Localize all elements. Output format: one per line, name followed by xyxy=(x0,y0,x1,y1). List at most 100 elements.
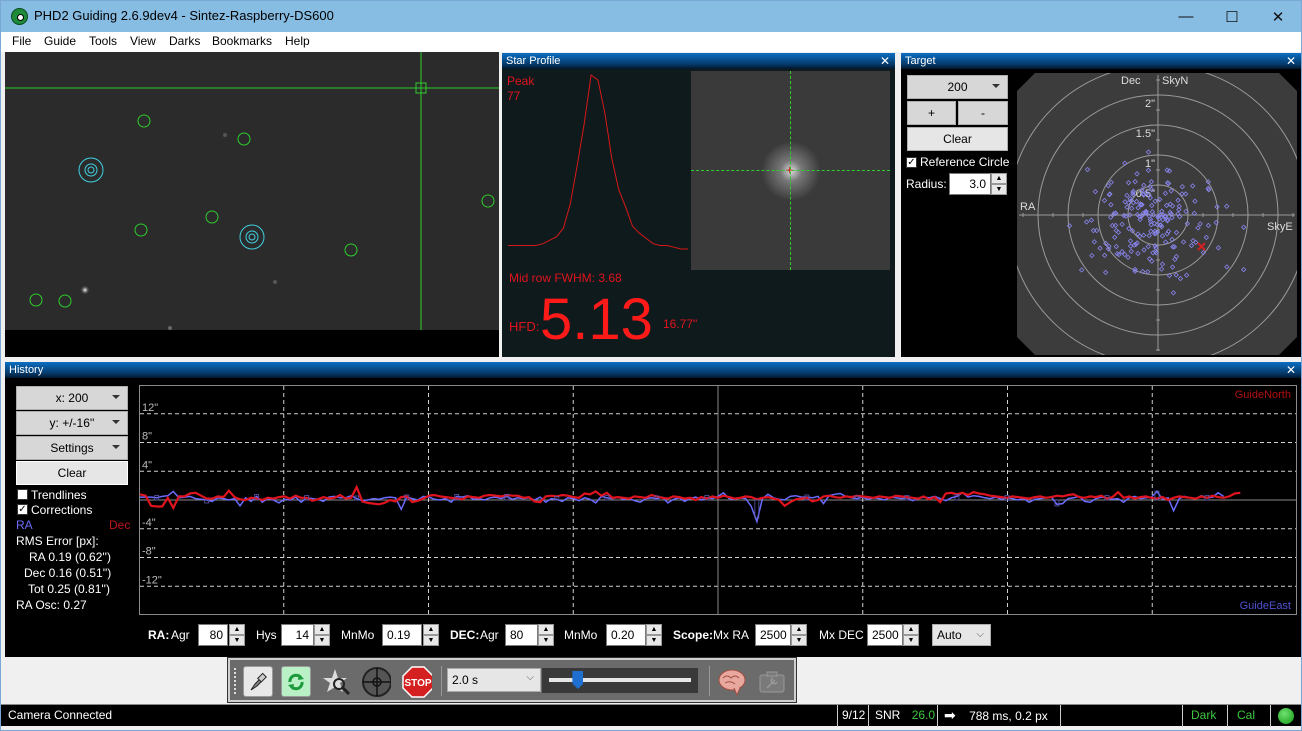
camera-settings-button[interactable] xyxy=(757,666,787,697)
guide-star-ring[interactable] xyxy=(78,157,104,183)
x-scale-select[interactable]: x: 200 xyxy=(16,386,128,410)
target-length-select[interactable]: 200 xyxy=(907,75,1008,99)
loop-exposures-button[interactable] xyxy=(281,666,311,697)
ra-aggression-spinner[interactable]: ▲ ▼ xyxy=(229,624,245,646)
candidate-star[interactable] xyxy=(205,210,219,224)
zoom-out-button[interactable]: - xyxy=(958,101,1008,125)
exposure-select[interactable]: 2.0 s ⌵ xyxy=(447,668,541,692)
spin-down-icon[interactable]: ▼ xyxy=(991,184,1007,195)
camera-image[interactable] xyxy=(5,52,499,330)
candidate-star[interactable] xyxy=(237,132,251,146)
y-scale-select[interactable]: y: +/-16'' xyxy=(16,411,128,435)
ra-min-move-input[interactable]: 0.19 xyxy=(382,624,422,646)
y-tick-label: 12" xyxy=(142,402,158,414)
close-icon[interactable]: ✕ xyxy=(880,53,890,69)
stop-sign-icon: STOP xyxy=(402,665,432,698)
connection-indicator-cell xyxy=(1270,705,1301,727)
star-profile-title: Star Profile xyxy=(506,55,561,67)
slider-thumb[interactable] xyxy=(572,671,584,689)
history-title: History xyxy=(9,364,44,376)
exposure-value: 2.0 s xyxy=(452,673,479,687)
brain-settings-button[interactable] xyxy=(717,666,747,697)
radius-input[interactable]: 3.0 xyxy=(949,173,991,195)
max-ra-duration-spinner[interactable]: ▲ ▼ xyxy=(791,624,807,646)
arrow-right-icon: ➡ xyxy=(944,707,956,723)
dec-guide-mode-select[interactable]: Auto ⌵ xyxy=(932,624,991,646)
history-settings-select[interactable]: Settings xyxy=(16,436,128,460)
minimize-button[interactable]: — xyxy=(1163,1,1209,32)
candidate-star[interactable] xyxy=(137,114,151,128)
snr-value: 26.0 xyxy=(911,708,936,722)
spin-up-icon[interactable]: ▲ xyxy=(991,173,1007,184)
x-scale-value: x: 200 xyxy=(55,391,89,405)
candidate-star[interactable] xyxy=(29,293,43,307)
menu-tools[interactable]: Tools xyxy=(89,34,117,48)
trendlines-checkbox[interactable] xyxy=(17,489,28,500)
frame-counter: 9/12 xyxy=(837,705,869,727)
ra-aggression-input[interactable]: 80 xyxy=(198,624,228,646)
menu-help[interactable]: Help xyxy=(285,34,310,48)
toolbar-grip[interactable] xyxy=(234,668,236,694)
zoom-in-button[interactable]: + xyxy=(907,101,956,125)
dec-agr-label: Agr xyxy=(480,628,499,642)
dec-mnmo-label: MnMo xyxy=(564,628,598,642)
camera-view[interactable] xyxy=(5,52,499,357)
dec-aggression-input[interactable]: 80 xyxy=(505,624,538,646)
dec-min-move-input[interactable]: 0.20 xyxy=(606,624,646,646)
dec-guide-mode-value: Auto xyxy=(937,628,962,642)
history-title-bar: History ✕ xyxy=(5,362,1301,378)
radius-spinner[interactable]: ▲ ▼ xyxy=(991,173,1007,195)
ra-hysteresis-input[interactable]: 14 xyxy=(281,624,314,646)
dec-min-move-spinner[interactable]: ▲ ▼ xyxy=(646,624,662,646)
auto-select-star-button[interactable] xyxy=(322,666,352,697)
status-empty-cell xyxy=(1060,705,1182,727)
target-title-bar: Target ✕ xyxy=(901,53,1301,69)
y-tick-label: -4" xyxy=(142,517,156,529)
rms-dec: Dec 0.16 (0.51'') xyxy=(24,566,112,580)
ra-axis-label: RA xyxy=(1020,201,1036,213)
guide-button[interactable] xyxy=(361,666,391,697)
y-tick-label: -12" xyxy=(142,574,162,586)
dec-aggression-spinner[interactable]: ▲ ▼ xyxy=(538,624,554,646)
star-profile-pane: Star Profile ✕ Peak 77 + Mid row FWHM: 3… xyxy=(502,53,895,357)
camera-overlay xyxy=(5,52,499,330)
close-icon[interactable]: ✕ xyxy=(1286,362,1296,378)
menu-guide[interactable]: Guide xyxy=(44,34,76,48)
ra-mnmo-label: MnMo xyxy=(341,628,375,642)
scope-label: Scope: xyxy=(673,628,714,642)
guide-star-ring[interactable] xyxy=(239,224,265,250)
ra-min-move-spinner[interactable]: ▲ ▼ xyxy=(423,624,439,646)
max-dec-duration-spinner[interactable]: ▲ ▼ xyxy=(903,624,919,646)
menu-view[interactable]: View xyxy=(130,34,156,48)
star-profile-curve xyxy=(508,74,688,250)
dec-params-label: DEC: xyxy=(450,628,480,642)
target-clear-button[interactable]: Clear xyxy=(907,127,1008,151)
max-dec-duration-input[interactable]: 2500 xyxy=(867,624,903,646)
candidate-star[interactable] xyxy=(481,194,495,208)
chevron-down-icon: ⌵ xyxy=(976,629,984,640)
ra-params-label: RA: xyxy=(148,628,170,642)
gamma-slider[interactable] xyxy=(542,668,698,693)
ra-hysteresis-spinner[interactable]: ▲ ▼ xyxy=(314,624,330,646)
star xyxy=(168,326,172,330)
stop-button[interactable]: STOP xyxy=(402,665,432,698)
menu-bookmarks[interactable]: Bookmarks xyxy=(212,34,272,48)
candidate-star[interactable] xyxy=(134,223,148,237)
menu-file[interactable]: File xyxy=(12,34,31,48)
centroid-marker: + xyxy=(786,163,794,177)
reference-circle-checkbox[interactable]: ✓ xyxy=(906,157,917,168)
history-clear-button[interactable]: Clear xyxy=(16,461,128,485)
ra-hys-label: Hys xyxy=(256,628,277,642)
corrections-checkbox[interactable]: ✓ xyxy=(17,504,28,515)
target-background xyxy=(1017,73,1297,355)
connect-equipment-button[interactable] xyxy=(243,666,273,697)
maximize-button[interactable]: ☐ xyxy=(1209,1,1255,32)
max-ra-duration-input[interactable]: 2500 xyxy=(755,624,791,646)
corrections-label: Corrections xyxy=(31,503,93,517)
close-button[interactable]: ✕ xyxy=(1255,1,1301,32)
close-icon[interactable]: ✕ xyxy=(1286,53,1296,69)
candidate-star[interactable] xyxy=(344,243,358,257)
guide-east-label: GuideEast xyxy=(1240,600,1291,612)
menu-darks[interactable]: Darks xyxy=(169,34,200,48)
candidate-star[interactable] xyxy=(58,294,72,308)
